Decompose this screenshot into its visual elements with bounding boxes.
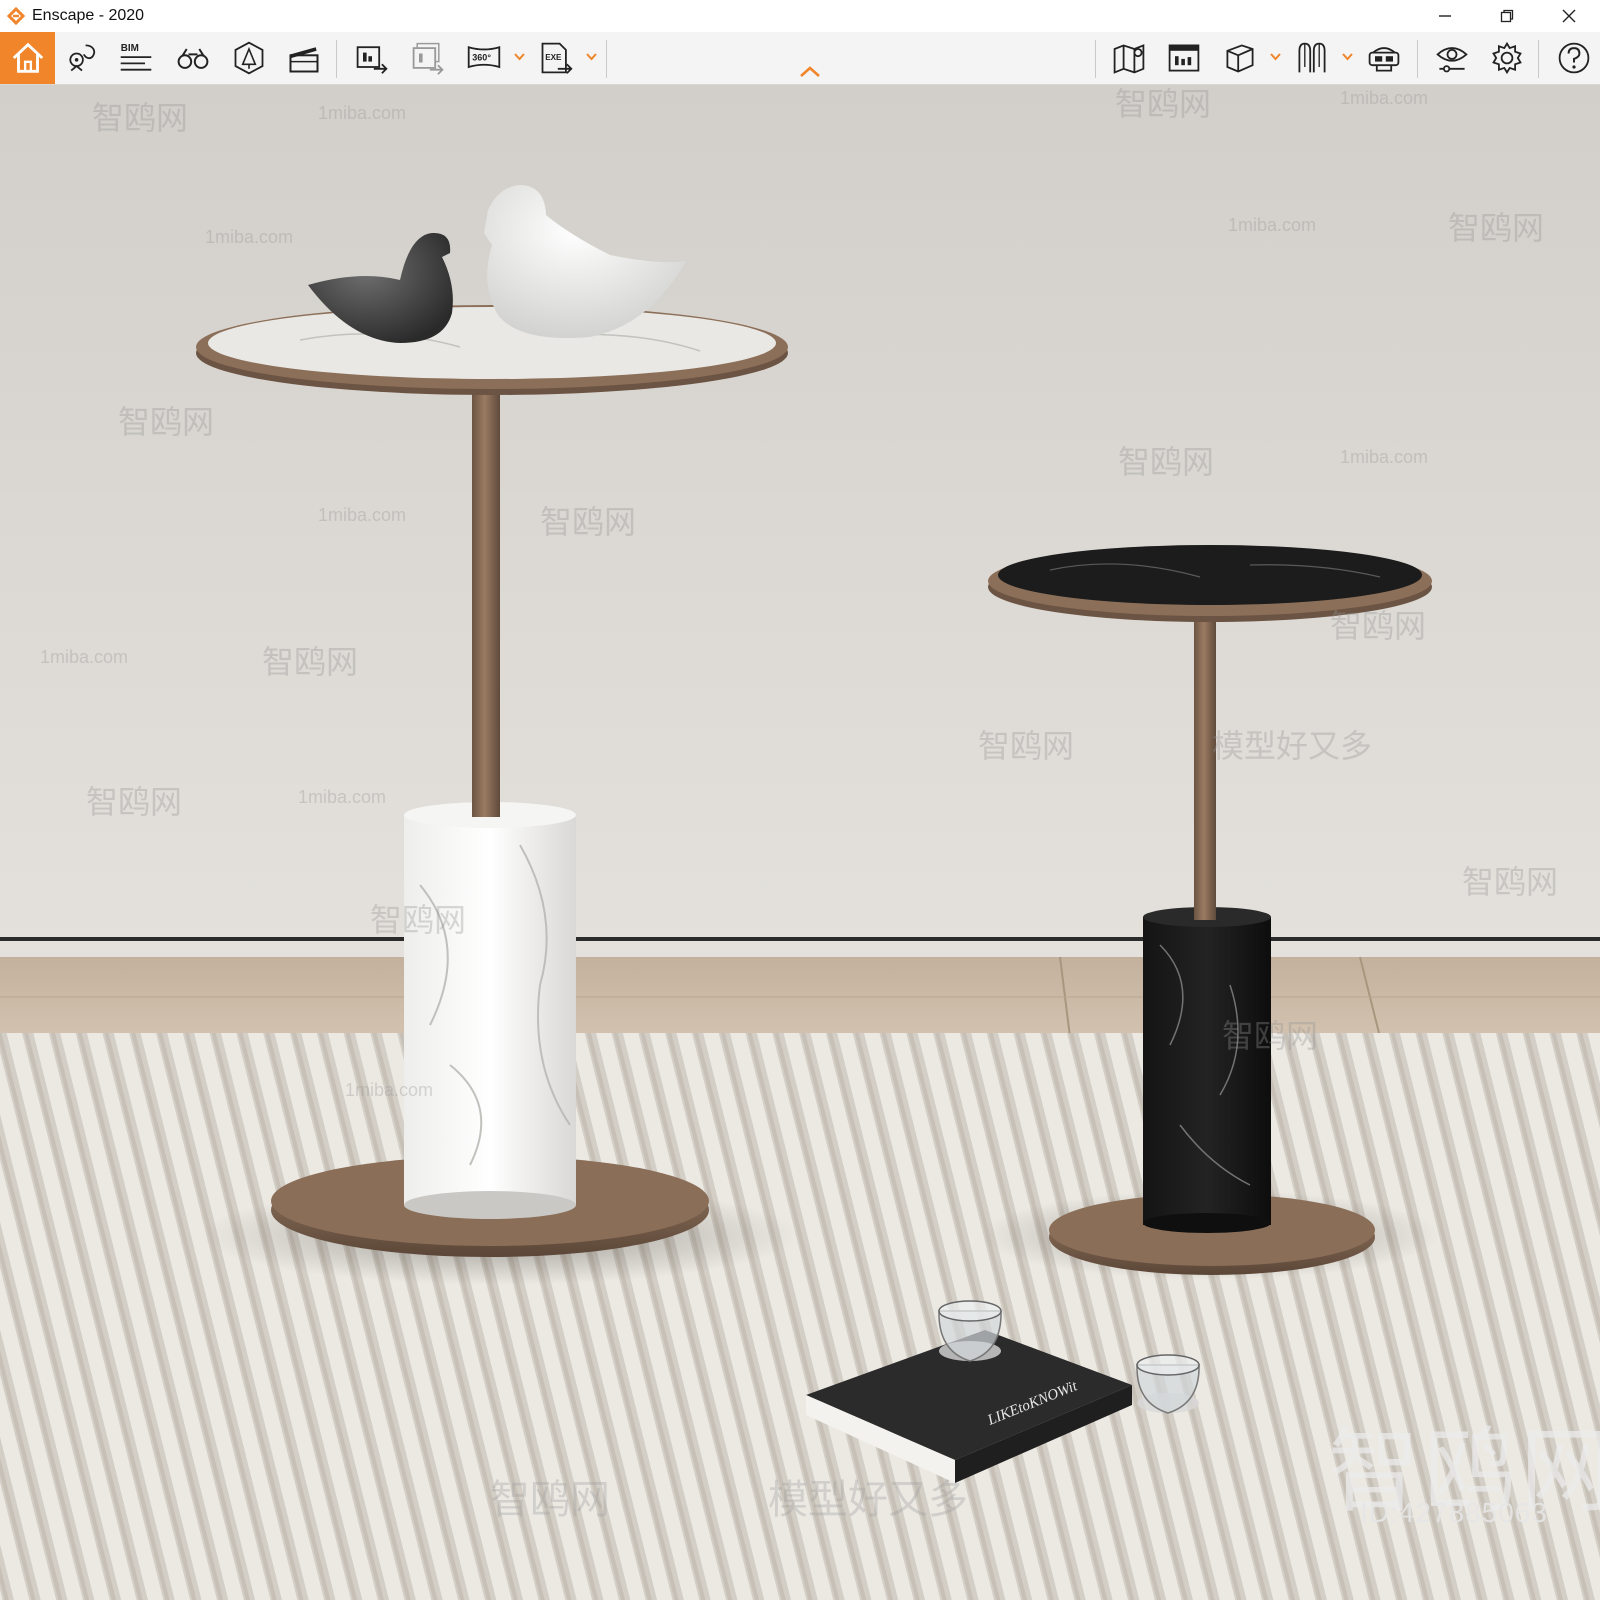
wall [0, 85, 1600, 957]
visual-settings-button[interactable] [1430, 38, 1474, 78]
help-button[interactable] [1552, 38, 1596, 78]
toolbar-separator [606, 40, 607, 78]
watermark-cn: 智鸥网 [1330, 608, 1427, 644]
watermark: 1miba.com [1340, 447, 1429, 467]
watermark: 1miba.com [1228, 215, 1317, 235]
home-button[interactable] [0, 32, 55, 84]
close-button[interactable] [1538, 0, 1600, 32]
watermark: 1miba.com [40, 647, 129, 667]
binoculars-button[interactable] [171, 38, 215, 78]
rendered-scene: LIKEtoKNOWit [0, 85, 1600, 1600]
binoculars-icon [177, 48, 209, 69]
minimize-button[interactable] [1414, 0, 1476, 32]
toolbar-separator [1538, 40, 1539, 78]
chevron-down-icon [585, 53, 597, 61]
materials-icon [1298, 42, 1326, 73]
watermark: 1miba.com [298, 787, 387, 807]
window-controls [1414, 0, 1600, 32]
watermark-cn: 智鸥网 [540, 504, 637, 540]
render-viewport[interactable]: LIKEtoKNOWit 1miba.com 1miba.com 1miba.c… [0, 85, 1600, 1600]
gear-icon [1492, 41, 1522, 75]
materials-dropdown[interactable] [1340, 48, 1354, 66]
watermark: 1miba.com [318, 103, 407, 123]
web-standalone-icon [1168, 44, 1200, 72]
chevron-down-icon [1269, 53, 1281, 61]
vr-headset-icon [1368, 47, 1400, 72]
watermark-cn: 智鸥网 [86, 784, 183, 820]
panorama-label: 360° [472, 53, 491, 63]
map-icon [1113, 44, 1145, 74]
watermark-cn: 智鸥网 [1118, 444, 1215, 480]
render-export-icon [356, 46, 388, 74]
view-management-button[interactable] [60, 38, 104, 78]
chevron-down-icon [513, 53, 525, 61]
toolbar-separator [1417, 40, 1418, 78]
watermark-cn: 智鸥网 [262, 644, 359, 680]
restore-icon [1500, 9, 1514, 23]
bim-mode-button[interactable]: BIM [114, 38, 158, 78]
watermark-slogan: 模型好又多 [1212, 728, 1373, 764]
watermark-cn: 智鸥网 [978, 728, 1075, 764]
watermark-slogan: 模型好又多 [768, 1478, 968, 1522]
asset-library-icon [234, 41, 264, 75]
watermark-cn: 智鸥网 [490, 1478, 610, 1522]
render-export-button[interactable] [350, 38, 394, 78]
toolbar-separator [1095, 40, 1096, 78]
exe-export-icon: EXE [541, 42, 573, 74]
watermark: 1miba.com [1340, 88, 1429, 108]
minimize-icon [1439, 15, 1451, 17]
glass-votive [938, 1300, 1002, 1362]
web-standalone-button[interactable] [1162, 38, 1206, 78]
watermark: 1miba.com [205, 227, 294, 247]
visual-settings-icon [1436, 47, 1468, 73]
watermark-cn: 智鸥网 [92, 100, 189, 136]
bim-label: BIM [121, 43, 139, 54]
cube-button[interactable] [1218, 38, 1262, 78]
watermark-cn: 智鸥网 [1462, 864, 1559, 900]
exe-export-dropdown[interactable] [584, 48, 598, 66]
panorama-icon: 360° [467, 45, 501, 69]
cube-dropdown[interactable] [1268, 48, 1282, 66]
video-editor-icon [289, 47, 319, 73]
panorama-button[interactable]: 360° [462, 38, 506, 78]
chevron-down-icon [1341, 53, 1353, 61]
watermark: 1miba.com [318, 505, 407, 525]
baseboard-line [0, 937, 1600, 941]
toolbar-collapse-toggle[interactable] [797, 66, 823, 82]
video-editor-button[interactable] [282, 38, 326, 78]
panorama-dropdown[interactable] [512, 48, 526, 66]
bim-mode-icon: BIM [121, 43, 152, 71]
batch-render-icon [412, 42, 444, 75]
help-icon [1558, 42, 1590, 74]
close-icon [1562, 9, 1576, 23]
batch-render-button[interactable] [406, 38, 450, 78]
map-button[interactable] [1107, 38, 1151, 78]
enscape-logo-icon [6, 6, 26, 26]
model-id-label: ID:427885063 [1360, 1497, 1548, 1528]
watermark-cn: 智鸥网 [118, 404, 215, 440]
watermark: 1miba.com [345, 1080, 434, 1100]
settings-button[interactable] [1485, 38, 1529, 78]
asset-library-button[interactable] [227, 38, 271, 78]
cube-icon [1226, 44, 1254, 73]
chevron-up-icon [800, 66, 820, 77]
materials-button[interactable] [1290, 38, 1334, 78]
window-title: Enscape - 2020 [32, 7, 145, 24]
restore-button[interactable] [1476, 0, 1538, 32]
title-bar: Enscape - 2020 [0, 0, 1600, 32]
home-icon [12, 42, 43, 73]
watermark-cn: 智鸥网 [370, 902, 467, 938]
glass-votive [1136, 1354, 1200, 1414]
view-management-icon [69, 44, 96, 72]
watermark-cn: 智鸥网 [1222, 1018, 1319, 1054]
watermark-cn: 智鸥网 [1115, 86, 1212, 122]
exe-export-button[interactable]: EXE [534, 38, 578, 78]
exe-label: EXE [545, 53, 562, 62]
vr-headset-button[interactable] [1362, 38, 1406, 78]
toolbar-separator [336, 40, 337, 78]
watermark-cn: 智鸥网 [1448, 210, 1545, 246]
